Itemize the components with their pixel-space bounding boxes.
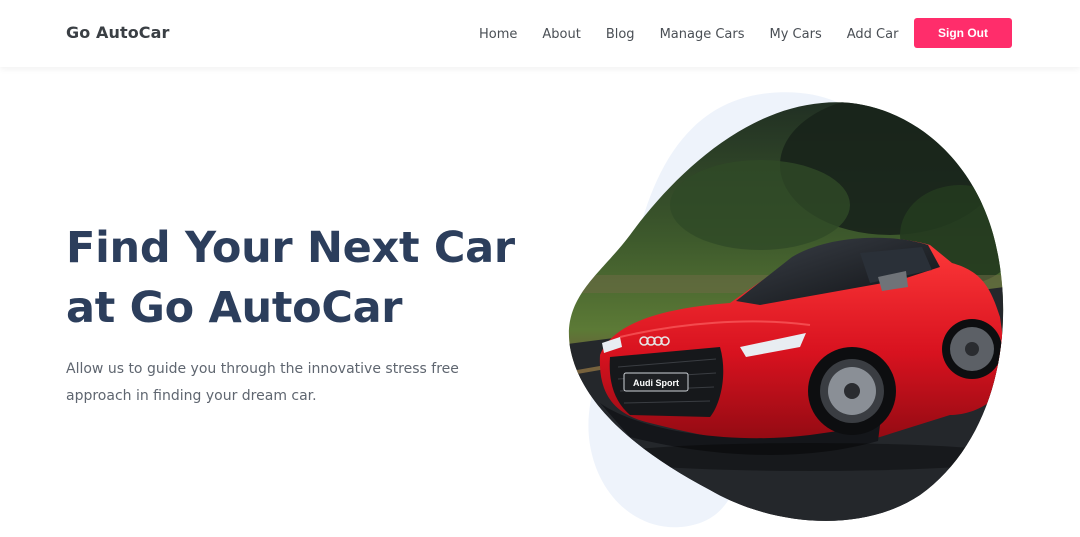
hero-car-image: Audi Sport <box>568 92 1004 528</box>
hero-title-line-2: at Go AutoCar <box>66 283 403 333</box>
navbar: Go AutoCar Home About Blog Manage Cars M… <box>0 0 1080 67</box>
front-wheel <box>808 347 896 435</box>
sign-out-button[interactable]: Sign Out <box>914 18 1012 48</box>
hero-title-line-1: Find Your Next Car <box>66 223 515 273</box>
nav-links: Home About Blog Manage Cars My Cars Add … <box>479 25 898 43</box>
plate-text: Audi Sport <box>633 378 679 388</box>
hero-subtitle: Allow us to guide you through the innova… <box>66 361 459 404</box>
rear-wheel <box>942 319 1002 379</box>
nav-add-car-link[interactable]: Add Car <box>847 27 899 42</box>
nav-about-link[interactable]: About <box>542 27 580 42</box>
hero-title: Find Your Next Car at Go AutoCar <box>66 218 566 338</box>
brand-logo[interactable]: Go AutoCar <box>66 23 170 42</box>
nav-manage-cars-link[interactable]: Manage Cars <box>660 27 745 42</box>
nav-home-link[interactable]: Home <box>479 27 517 42</box>
nav-my-cars-link[interactable]: My Cars <box>770 27 822 42</box>
nav-blog-link[interactable]: Blog <box>606 27 635 42</box>
